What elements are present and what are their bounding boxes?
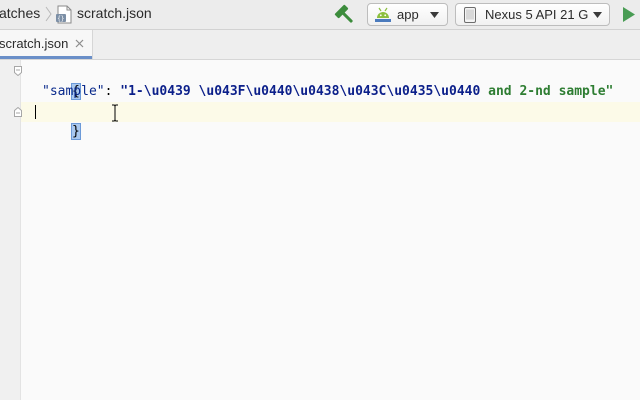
play-icon[interactable] xyxy=(622,6,636,23)
android-icon xyxy=(375,7,391,22)
navigation-bar: atches {} scratch.json app Nexus 5 API 2… xyxy=(0,0,640,30)
triangle-down-icon xyxy=(593,12,602,18)
fold-icon[interactable] xyxy=(14,66,22,76)
close-brace: } xyxy=(70,123,81,140)
breadcrumb-scratches[interactable]: atches xyxy=(0,5,40,21)
active-tab-indicator xyxy=(0,56,92,59)
triangle-down-icon xyxy=(430,12,439,18)
phone-icon xyxy=(464,7,476,23)
device-label: Nexus 5 API 21 G xyxy=(485,7,589,22)
hammer-icon[interactable] xyxy=(334,4,356,26)
text-caret xyxy=(35,105,36,119)
tab-label: scratch.json xyxy=(0,36,69,51)
ide-window: atches {} scratch.json app Nexus 5 API 2… xyxy=(0,0,640,400)
json-string-plain: and 2-nd sample" xyxy=(480,84,614,99)
chevron-right-icon xyxy=(45,6,52,22)
tab-scratch-json[interactable]: scratch.json xyxy=(0,30,93,59)
text-cursor-icon xyxy=(112,104,118,122)
json-colon: : xyxy=(104,84,121,99)
json-key: "sample" xyxy=(42,84,105,99)
svg-text:{}: {} xyxy=(57,16,64,23)
breadcrumb-file[interactable]: scratch.json xyxy=(77,5,152,21)
code-line-3: } xyxy=(25,102,81,140)
json-string-escaped: "1-\u0439 \u043F\u0440\u0438\u043C\u0435… xyxy=(120,84,481,99)
json-file-icon: {} xyxy=(56,5,72,24)
run-configuration-label: app xyxy=(397,7,419,22)
editor-tab-bar: scratch.json xyxy=(0,30,640,60)
code-line-1: { xyxy=(25,62,81,100)
close-icon[interactable] xyxy=(75,39,84,48)
code-line-2: "sample": "1-\u0439 \u043F\u0440\u0438\u… xyxy=(42,82,613,102)
code-editor[interactable]: { "sample": "1-\u0439 \u043F\u0440\u0438… xyxy=(0,60,640,400)
device-dropdown[interactable]: Nexus 5 API 21 G xyxy=(455,3,610,26)
run-configuration-dropdown[interactable]: app xyxy=(367,3,448,26)
fold-icon[interactable] xyxy=(14,107,22,117)
